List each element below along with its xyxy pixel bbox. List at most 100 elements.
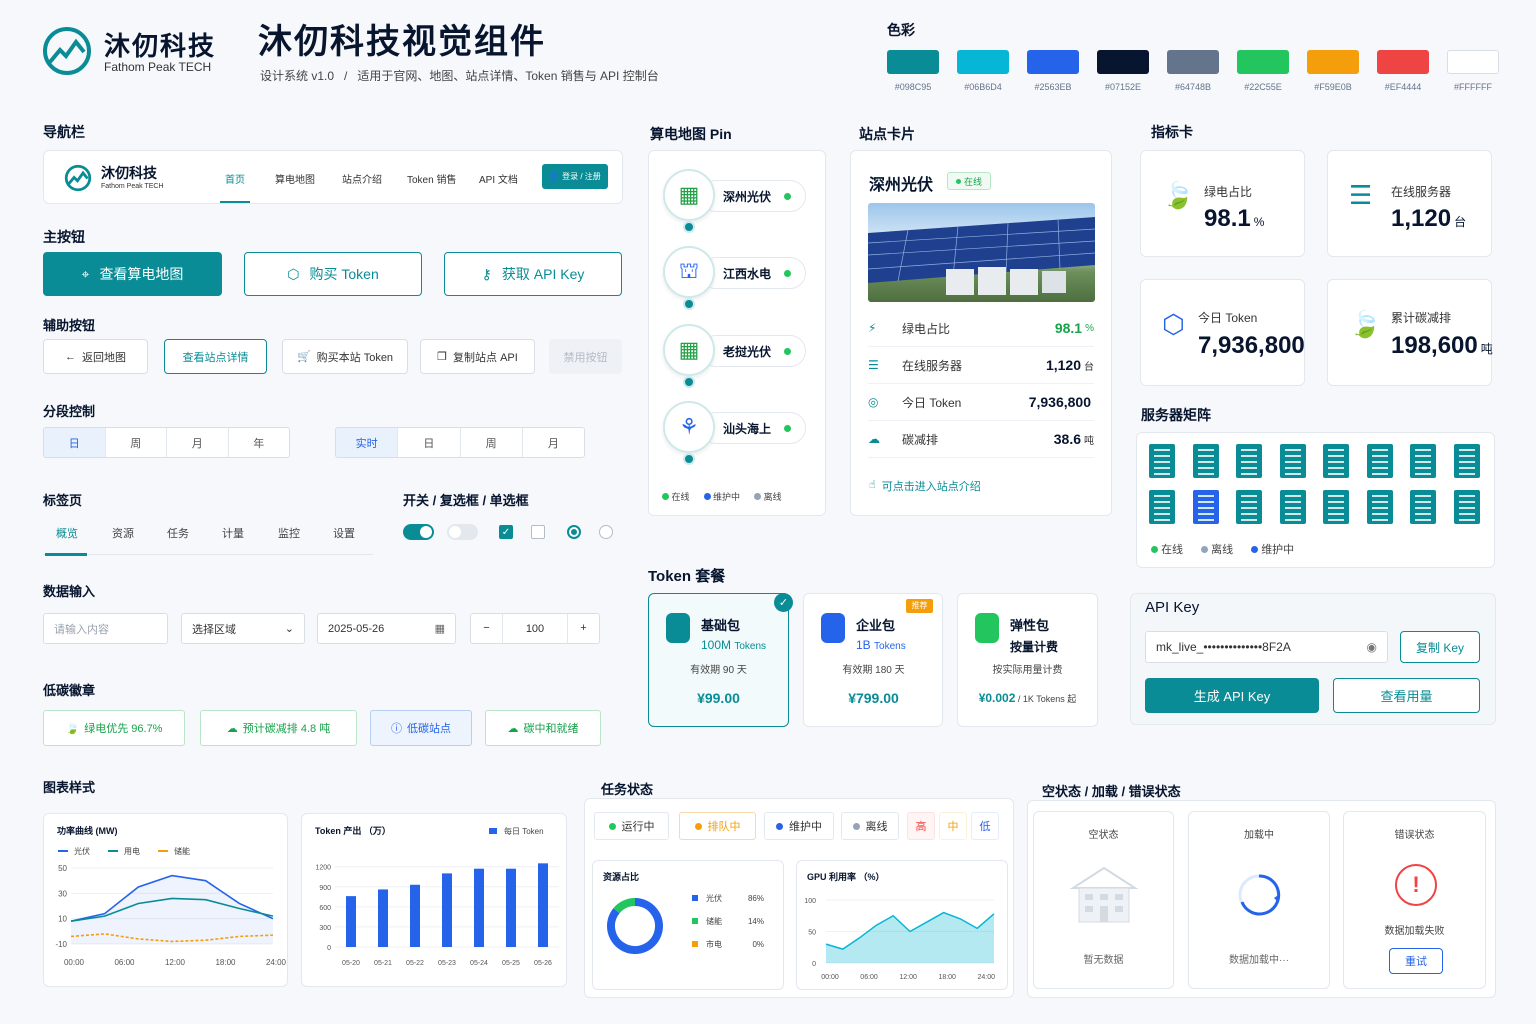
text-input-placeholder: 请输入内容 — [54, 623, 109, 636]
segment-option[interactable]: 周 — [461, 428, 523, 457]
x-tick: 06:00 — [860, 974, 878, 981]
tab[interactable]: 设置 — [333, 525, 355, 541]
checkbox-unchecked[interactable] — [531, 525, 545, 539]
station-row: ☰ 在线服务器 1,120 台 — [868, 347, 1094, 384]
station-link[interactable]: ☝ 可点击进入站点介绍 — [869, 478, 981, 494]
api-key-value: mk_live_••••••••••••••8F2A — [1156, 640, 1291, 654]
segment-option[interactable]: 月 — [523, 428, 584, 457]
database-icon — [821, 613, 845, 643]
server-rack[interactable] — [1410, 444, 1436, 478]
plan-amount-unit: Tokens — [874, 641, 906, 652]
server-rack[interactable] — [1192, 490, 1219, 524]
map-pin-label[interactable]: 老挝光伏 — [700, 335, 806, 367]
copy-api-button[interactable]: ❐ 复制站点 API — [420, 339, 535, 374]
server-rack[interactable] — [1149, 490, 1175, 524]
segment-option[interactable]: 年 — [229, 428, 290, 457]
server-rack[interactable] — [1366, 490, 1393, 524]
task-status-label: 维护中 — [789, 821, 822, 833]
badges-title: 低碳徽章 — [43, 683, 96, 698]
toggle-on[interactable] — [403, 524, 434, 540]
eye-icon[interactable]: ◉ — [1367, 640, 1377, 654]
status-dot — [784, 347, 791, 355]
radio-checked[interactable] — [567, 525, 581, 539]
text-input[interactable]: 请输入内容 — [43, 613, 168, 644]
stepper-value[interactable]: 100 — [503, 623, 567, 635]
api-key-field[interactable]: mk_live_••••••••••••••8F2A ◉ — [1145, 631, 1388, 663]
tab[interactable]: 监控 — [278, 525, 300, 541]
plan-amount: 100M Tokens — [701, 638, 766, 652]
retry-button[interactable]: 重试 — [1389, 948, 1443, 974]
buy-token-button[interactable]: ⬡ 购买 Token — [244, 252, 422, 296]
y-tick: -10 — [55, 940, 67, 949]
tab[interactable]: 计量 — [222, 525, 244, 541]
database-icon — [975, 613, 999, 643]
segment-option[interactable]: 日 — [398, 428, 461, 457]
login-button[interactable]: 👤 登录 / 注册 — [542, 164, 608, 189]
region-select-value: 选择区域 — [192, 623, 236, 636]
hydro-pin-icon: ⛫ — [678, 257, 700, 283]
row-value: 7,936,800 — [1028, 394, 1091, 410]
nav-item[interactable]: 站点介绍 — [342, 171, 382, 186]
server-rack[interactable] — [1279, 490, 1306, 524]
minus-button[interactable]: − — [471, 614, 503, 643]
server-rack[interactable] — [1366, 444, 1393, 478]
map-pin-label[interactable]: 江西水电 — [700, 257, 806, 289]
legend-value: 0% — [752, 940, 764, 949]
station-detail-button[interactable]: 查看站点详情 — [164, 339, 267, 374]
server-rack[interactable] — [1279, 444, 1306, 478]
server-rack[interactable] — [1323, 490, 1349, 524]
date-input[interactable]: 2025-05-26 ▦ — [317, 613, 456, 644]
cube-icon: ⬡ — [1162, 309, 1185, 339]
buy-station-token-button[interactable]: 🛒 购买本站 Token — [282, 339, 408, 374]
server-rack[interactable] — [1453, 444, 1480, 478]
server-icon: ☰ — [1349, 180, 1373, 210]
server-rack[interactable] — [1323, 444, 1349, 478]
segment-option[interactable]: 周 — [106, 428, 167, 457]
back-map-button[interactable]: ← 返回地图 — [43, 339, 148, 374]
view-map-button[interactable]: ⌖ 查看算电地图 — [43, 252, 222, 296]
x-tick: 05-26 — [534, 960, 552, 967]
nav-item[interactable]: API 文档 — [479, 171, 518, 186]
map-pin-label[interactable]: 深州光伏 — [700, 180, 806, 212]
server-rack[interactable] — [1192, 444, 1219, 478]
segment-option[interactable]: 月 — [167, 428, 229, 457]
segment-option[interactable]: 日 — [44, 428, 106, 457]
nav-item[interactable]: 算电地图 — [275, 171, 315, 186]
tab[interactable]: 概览 — [56, 525, 78, 541]
server-rack[interactable] — [1236, 444, 1262, 478]
checkbox-checked[interactable]: ✓ — [499, 525, 513, 539]
cube-icon: ⬡ — [287, 265, 300, 282]
map-pin-label[interactable]: 汕头海上 — [700, 412, 806, 444]
usage-button[interactable]: 查看用量 — [1333, 678, 1480, 713]
color-swatch — [1167, 50, 1219, 74]
server-rack[interactable] — [1410, 490, 1436, 524]
map-pin[interactable]: ▦ — [663, 324, 715, 376]
map-pin[interactable]: ⛫ — [663, 246, 715, 298]
nav-item[interactable]: Token 销售 — [407, 171, 456, 186]
back-map-label: 返回地图 — [82, 351, 126, 364]
region-select[interactable]: 选择区域 ⌄ — [181, 613, 305, 644]
server-rack[interactable] — [1149, 444, 1175, 478]
segment-option[interactable]: 实时 — [336, 428, 399, 457]
login-label: 登录 / 注册 — [562, 172, 601, 181]
status-dot — [784, 192, 791, 200]
row-value: 1,120 — [1045, 357, 1081, 373]
server-rack[interactable] — [1453, 490, 1480, 524]
plus-button[interactable]: + — [567, 614, 599, 643]
station-row: ◎ 今日 Token 7,936,800 — [868, 384, 1094, 421]
radio-unchecked[interactable] — [599, 525, 613, 539]
generate-key-button[interactable]: 生成 API Key — [1145, 678, 1319, 713]
tab[interactable]: 任务 — [167, 525, 189, 541]
color-hex: #07152E — [1104, 82, 1142, 92]
get-api-key-button[interactable]: ⚷ 获取 API Key — [444, 252, 622, 296]
x-tick: 18:00 — [938, 974, 956, 981]
server-rack[interactable] — [1236, 490, 1262, 524]
copy-key-button[interactable]: 复制 Key — [1400, 631, 1480, 663]
plan-name: 弹性包 — [1010, 618, 1050, 633]
map-pin[interactable]: ⚘ — [663, 401, 715, 453]
tab[interactable]: 资源 — [112, 525, 134, 541]
map-pin[interactable]: ▦ — [663, 169, 715, 221]
nav-item[interactable]: 首页 — [225, 171, 245, 186]
plan-term: 按实际用量计费 — [992, 665, 1063, 676]
toggle-off[interactable] — [447, 524, 478, 540]
